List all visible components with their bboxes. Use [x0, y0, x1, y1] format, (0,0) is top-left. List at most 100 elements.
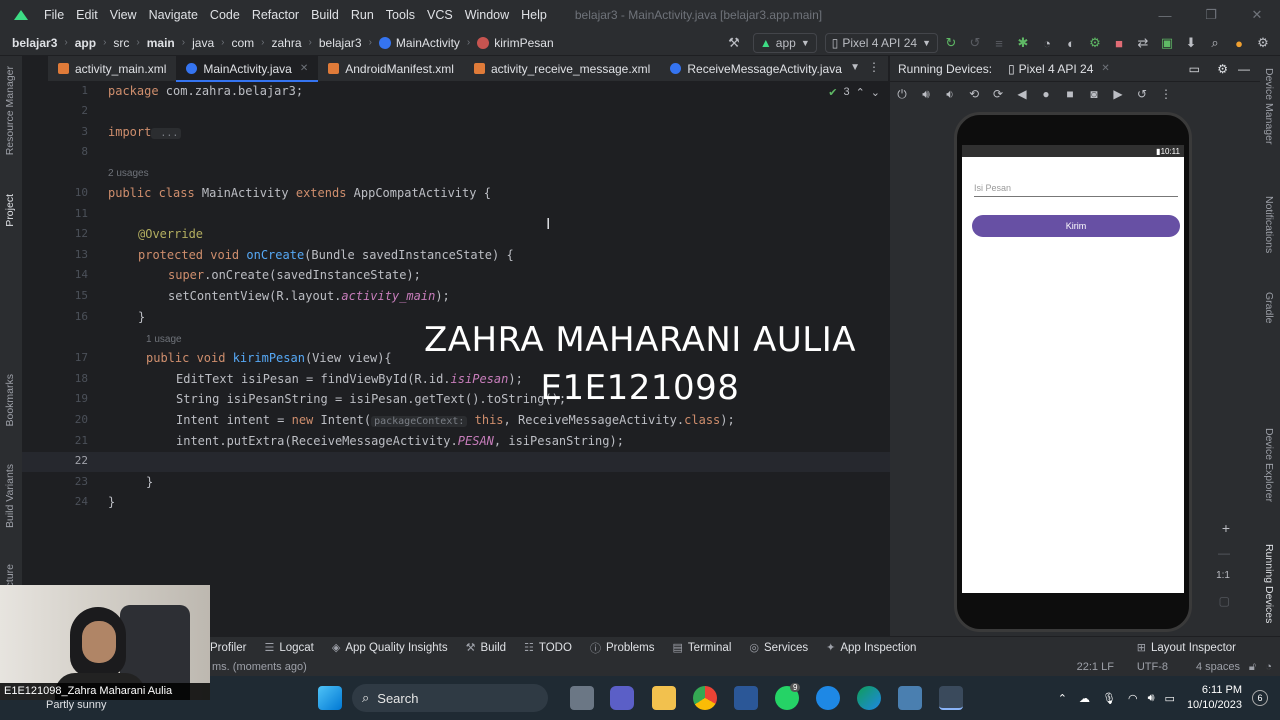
- sdk-manager-icon[interactable]: ⬇: [1180, 32, 1202, 54]
- usage-hint[interactable]: 1 usage: [146, 334, 182, 345]
- tab-activity-receive-message-xml[interactable]: activity_receive_message.xml: [464, 56, 660, 82]
- crumb-package[interactable]: belajar3: [319, 36, 362, 50]
- services-tab[interactable]: ◎ Services: [749, 641, 808, 655]
- gradle-tab[interactable]: Gradle: [1263, 292, 1275, 324]
- resource-manager-tab[interactable]: Resource Manager: [4, 66, 16, 155]
- lock-icon[interactable]: 🔓︎: [1249, 661, 1256, 674]
- zoom-out-icon[interactable]: —: [1218, 546, 1230, 560]
- window-icon[interactable]: ▭: [1189, 62, 1200, 76]
- taskbar-search[interactable]: ⌕ Search: [352, 684, 548, 712]
- cloud-icon[interactable]: ☁: [1079, 692, 1090, 705]
- attach-debugger-icon[interactable]: ⚙: [1084, 32, 1106, 54]
- message-input[interactable]: Isi Pesan: [974, 179, 1178, 197]
- speaker-icon[interactable]: 🔊︎: [1148, 692, 1155, 705]
- crumb-method[interactable]: kirimPesan: [477, 36, 554, 50]
- installer-icon[interactable]: [898, 686, 922, 710]
- terminal-tab[interactable]: ▤ Terminal: [673, 641, 732, 655]
- menu-view[interactable]: View: [110, 8, 137, 22]
- rotate-right-icon[interactable]: ⟳: [986, 87, 1010, 101]
- run-config-select[interactable]: ▲ app ▼: [752, 33, 817, 53]
- folded-imports[interactable]: ...: [151, 128, 182, 139]
- apply-code-changes-icon[interactable]: ≡: [988, 32, 1010, 54]
- maximize-button[interactable]: ❐: [1188, 0, 1234, 30]
- build-variants-tab[interactable]: Build Variants: [4, 464, 16, 528]
- build-tab[interactable]: ⚒ Build: [466, 641, 506, 655]
- todo-tab[interactable]: ☷ TODO: [524, 641, 572, 655]
- menu-run[interactable]: Run: [351, 8, 374, 22]
- indent-setting[interactable]: 4 spaces: [1196, 661, 1240, 673]
- zoom-in-icon[interactable]: +: [1222, 520, 1230, 536]
- tab-activity-main-xml[interactable]: activity_main.xml: [48, 56, 176, 82]
- volume-down-icon[interactable]: 🔉︎: [938, 87, 962, 102]
- search-icon[interactable]: ⌕: [1204, 32, 1226, 54]
- tab-android-manifest-xml[interactable]: AndroidManifest.xml: [318, 56, 464, 82]
- zoom-app-icon[interactable]: [816, 686, 840, 710]
- hammer-icon[interactable]: ⚒: [723, 32, 745, 54]
- notification-badge[interactable]: 6: [1252, 690, 1268, 706]
- taskbar-clock[interactable]: 6:11 PM 10/10/2023: [1187, 683, 1242, 713]
- file-encoding[interactable]: UTF-8: [1137, 661, 1168, 673]
- menu-file[interactable]: File: [44, 8, 64, 22]
- app-inspection-tab[interactable]: ✦ App Inspection: [826, 641, 916, 655]
- running-devices-tab[interactable]: Running Devices: [1263, 544, 1275, 623]
- fit-screen-icon[interactable]: ▢: [1219, 594, 1230, 608]
- android-studio-taskbar-icon[interactable]: [939, 686, 963, 710]
- line-separator[interactable]: LF: [1101, 661, 1114, 673]
- menu-edit[interactable]: Edit: [76, 8, 98, 22]
- crumb-module[interactable]: app: [75, 36, 96, 50]
- menu-refactor[interactable]: Refactor: [252, 8, 299, 22]
- tab-receive-message-activity-java[interactable]: ReceiveMessageActivity.java: [660, 56, 852, 82]
- windows-start-icon[interactable]: [318, 686, 342, 710]
- power-icon[interactable]: ⏻: [890, 87, 914, 102]
- edge-icon[interactable]: [857, 686, 881, 710]
- back-icon[interactable]: ◀: [1010, 87, 1034, 101]
- microphone-icon[interactable]: 🎙︎: [1102, 692, 1116, 705]
- rotate-left-icon[interactable]: ⟲: [962, 87, 986, 101]
- chevron-up-icon[interactable]: ⌃: [1058, 692, 1067, 705]
- memory-indicator-icon[interactable]: ◔: [1265, 661, 1272, 673]
- app-quality-insights-tab[interactable]: ◈ App Quality Insights: [332, 641, 448, 655]
- volume-up-icon[interactable]: 🔊︎: [914, 87, 938, 102]
- crumb-project[interactable]: belajar3: [12, 36, 57, 50]
- caret-position[interactable]: 22:1: [1077, 661, 1098, 673]
- coverage-icon[interactable]: ◐: [1060, 32, 1082, 54]
- rerun-icon[interactable]: ↻: [940, 32, 962, 54]
- hide-icon[interactable]: —: [1238, 62, 1250, 76]
- crumb-com[interactable]: com: [231, 36, 254, 50]
- layout-inspector-tab[interactable]: ⊞ Layout Inspector: [1137, 641, 1236, 655]
- usage-hint[interactable]: 2 usages: [108, 168, 149, 179]
- home-icon[interactable]: ●: [1034, 87, 1058, 101]
- menu-help[interactable]: Help: [521, 8, 547, 22]
- file-explorer-icon[interactable]: [652, 686, 676, 710]
- menu-tools[interactable]: Tools: [386, 8, 415, 22]
- task-view-icon[interactable]: [570, 686, 594, 710]
- crumb-zahra[interactable]: zahra: [271, 36, 301, 50]
- update-icon[interactable]: ●: [1228, 32, 1250, 54]
- bookmarks-tab[interactable]: Bookmarks: [4, 374, 16, 427]
- settings-icon[interactable]: ⚙: [1252, 32, 1274, 54]
- more-icon[interactable]: ⋮: [1154, 87, 1178, 101]
- zoom-actual-size[interactable]: 1:1: [1216, 570, 1230, 581]
- crumb-main[interactable]: main: [147, 36, 175, 50]
- send-button[interactable]: Kirim: [972, 215, 1180, 237]
- device-manager-tab[interactable]: Device Manager: [1263, 68, 1275, 144]
- battery-icon[interactable]: ▭: [1165, 692, 1175, 705]
- crumb-java[interactable]: java: [192, 36, 214, 50]
- device-select[interactable]: ▯ Pixel 4 API 24 ▼: [824, 33, 938, 53]
- word-icon[interactable]: [734, 686, 758, 710]
- stop-icon[interactable]: ■: [1108, 32, 1130, 54]
- menu-vcs[interactable]: VCS: [427, 8, 453, 22]
- close-button[interactable]: ✕: [1234, 0, 1280, 30]
- teams-icon[interactable]: [610, 686, 634, 710]
- overview-icon[interactable]: ■: [1058, 87, 1082, 101]
- profile-icon[interactable]: ◔: [1036, 32, 1058, 54]
- debug-icon[interactable]: ✱: [1012, 32, 1034, 54]
- sync-icon[interactable]: ⇄: [1132, 32, 1154, 54]
- snapshot-icon[interactable]: ↺: [1130, 87, 1154, 101]
- crumb-class[interactable]: MainActivity: [378, 36, 460, 50]
- notifications-tab[interactable]: Notifications: [1263, 196, 1275, 253]
- more-icon[interactable]: ⋮: [868, 60, 880, 74]
- settings-icon[interactable]: ⚙: [1217, 62, 1228, 76]
- screenshot-icon[interactable]: ◙: [1082, 87, 1106, 101]
- crumb-src[interactable]: src: [113, 36, 129, 50]
